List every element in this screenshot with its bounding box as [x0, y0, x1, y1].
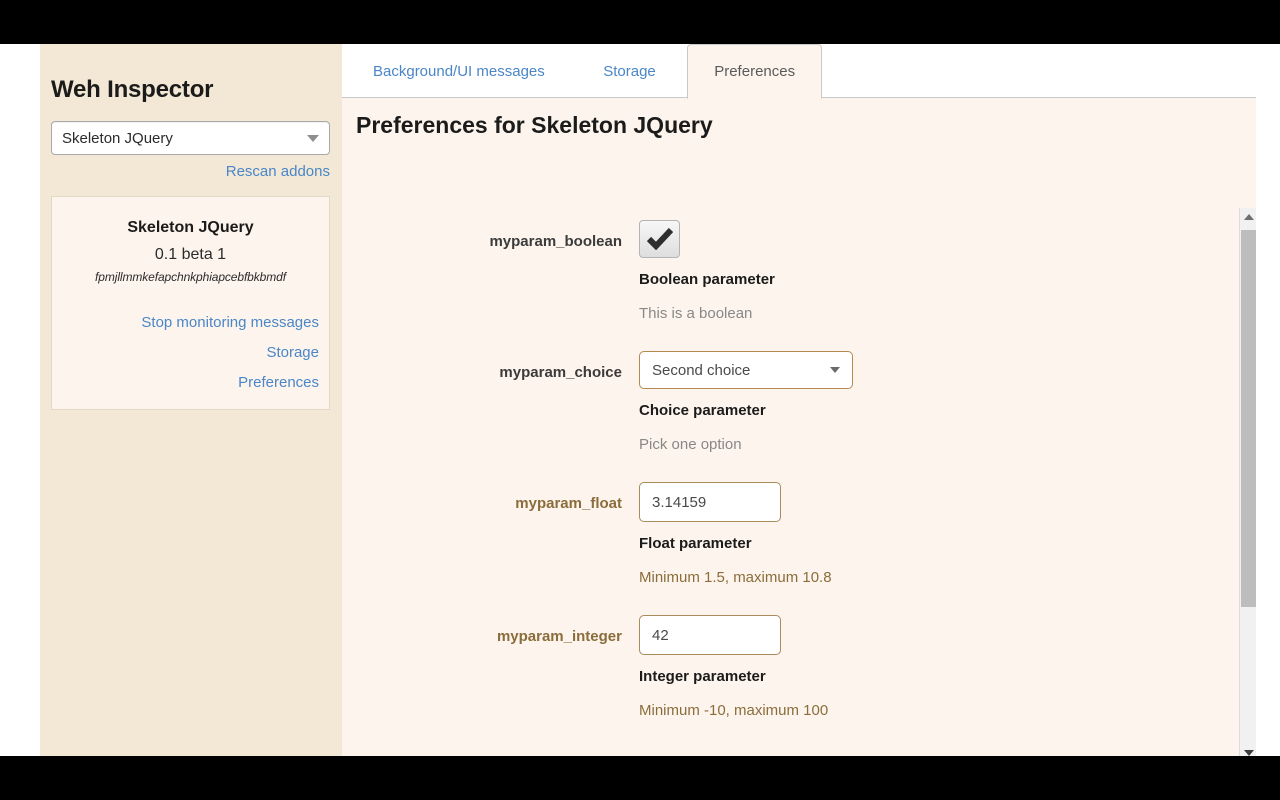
chevron-down-icon — [307, 134, 319, 142]
scroll-down-button[interactable] — [1240, 744, 1256, 756]
pref-title: Boolean parameter — [639, 271, 775, 288]
pref-key-label: myparam_choice — [499, 364, 622, 381]
choice-select[interactable]: Second choice — [639, 351, 853, 389]
choice-select-value: Second choice — [652, 361, 751, 379]
sidebar: Weh Inspector Skeleton JQuery Rescan add… — [40, 44, 342, 756]
preferences-scroll-area: myparam_boolean Boolean parameter This i… — [342, 208, 1256, 756]
browser-viewport: Weh Inspector Skeleton JQuery Rescan add… — [0, 44, 1280, 756]
pref-description: Pick one option — [639, 436, 742, 453]
bottom-letterbox-bar — [0, 756, 1280, 800]
pref-description: Minimum 1.5, maximum 10.8 — [639, 569, 832, 586]
rescan-addons-row: Rescan addons — [51, 163, 330, 181]
pref-row-integer: myparam_integer Integer parameter Minimu… — [342, 615, 1256, 719]
integer-input[interactable] — [639, 615, 781, 655]
preferences-link[interactable]: Preferences — [62, 374, 319, 391]
chevron-down-icon — [830, 367, 840, 373]
boolean-checkbox[interactable] — [639, 220, 680, 258]
pref-description: Minimum -10, maximum 100 — [639, 702, 829, 719]
addon-version: 0.1 beta 1 — [154, 246, 227, 263]
pref-title: Integer parameter — [639, 668, 766, 685]
addon-select-value: Skeleton JQuery — [62, 129, 173, 147]
scrollbar-thumb[interactable] — [1241, 230, 1256, 607]
pref-field-float: Float parameter Minimum 1.5, maximum 10.… — [639, 482, 1256, 586]
main-panel: Background/UI messages Storage Preferenc… — [342, 44, 1256, 756]
pref-row-boolean: myparam_boolean Boolean parameter This i… — [342, 220, 1256, 322]
vertical-scrollbar[interactable] — [1239, 208, 1256, 756]
pref-key-label: myparam_integer — [496, 628, 622, 645]
addon-uuid: fpmjllmmkefapchnkphiapcebfbkbmdf — [95, 270, 286, 284]
pref-key-label: myparam_boolean — [489, 233, 622, 250]
scroll-down-arrow-icon — [1243, 749, 1254, 756]
rescan-addons-link[interactable]: Rescan addons — [226, 163, 330, 180]
pref-title: Float parameter — [639, 535, 752, 552]
scroll-up-arrow-icon — [1243, 213, 1254, 220]
tab-storage[interactable]: Storage — [576, 44, 683, 99]
scroll-up-button[interactable] — [1240, 208, 1256, 225]
pref-description: This is a boolean — [639, 305, 753, 322]
preferences-pane: Preferences for Skeleton JQuery myparam_… — [342, 98, 1256, 756]
pref-row-choice: myparam_choice Second choice Choice para… — [342, 351, 1256, 453]
preferences-list: myparam_boolean Boolean parameter This i… — [342, 208, 1256, 719]
pref-field-choice: Second choice Choice parameter Pick one … — [639, 351, 1256, 453]
addon-info-card: Skeleton JQuery 0.1 beta 1 fpmjllmmkefap… — [51, 196, 330, 410]
storage-link[interactable]: Storage — [62, 344, 319, 361]
addon-select[interactable]: Skeleton JQuery — [51, 121, 330, 155]
checkmark-icon — [646, 228, 673, 250]
pref-title: Choice parameter — [639, 402, 766, 419]
pref-field-integer: Integer parameter Minimum -10, maximum 1… — [639, 615, 1256, 719]
tab-strip: Background/UI messages Storage Preferenc… — [342, 44, 1256, 99]
float-input[interactable] — [639, 482, 781, 522]
pref-key-label: myparam_float — [515, 495, 622, 512]
pref-field-boolean: Boolean parameter This is a boolean — [639, 220, 1256, 322]
addon-name: Skeleton JQuery — [127, 219, 254, 236]
app-title: Weh Inspector — [51, 76, 214, 103]
page-title: Preferences for Skeleton JQuery — [356, 112, 713, 138]
tab-preferences[interactable]: Preferences — [687, 44, 823, 99]
top-letterbox-bar — [0, 0, 1280, 44]
addon-card-links: Stop monitoring messages Storage Prefere… — [62, 314, 319, 391]
tab-background-ui-messages[interactable]: Background/UI messages — [346, 44, 572, 99]
pref-row-float: myparam_float Float parameter Minimum 1.… — [342, 482, 1256, 586]
stop-monitoring-messages-link[interactable]: Stop monitoring messages — [62, 314, 319, 331]
